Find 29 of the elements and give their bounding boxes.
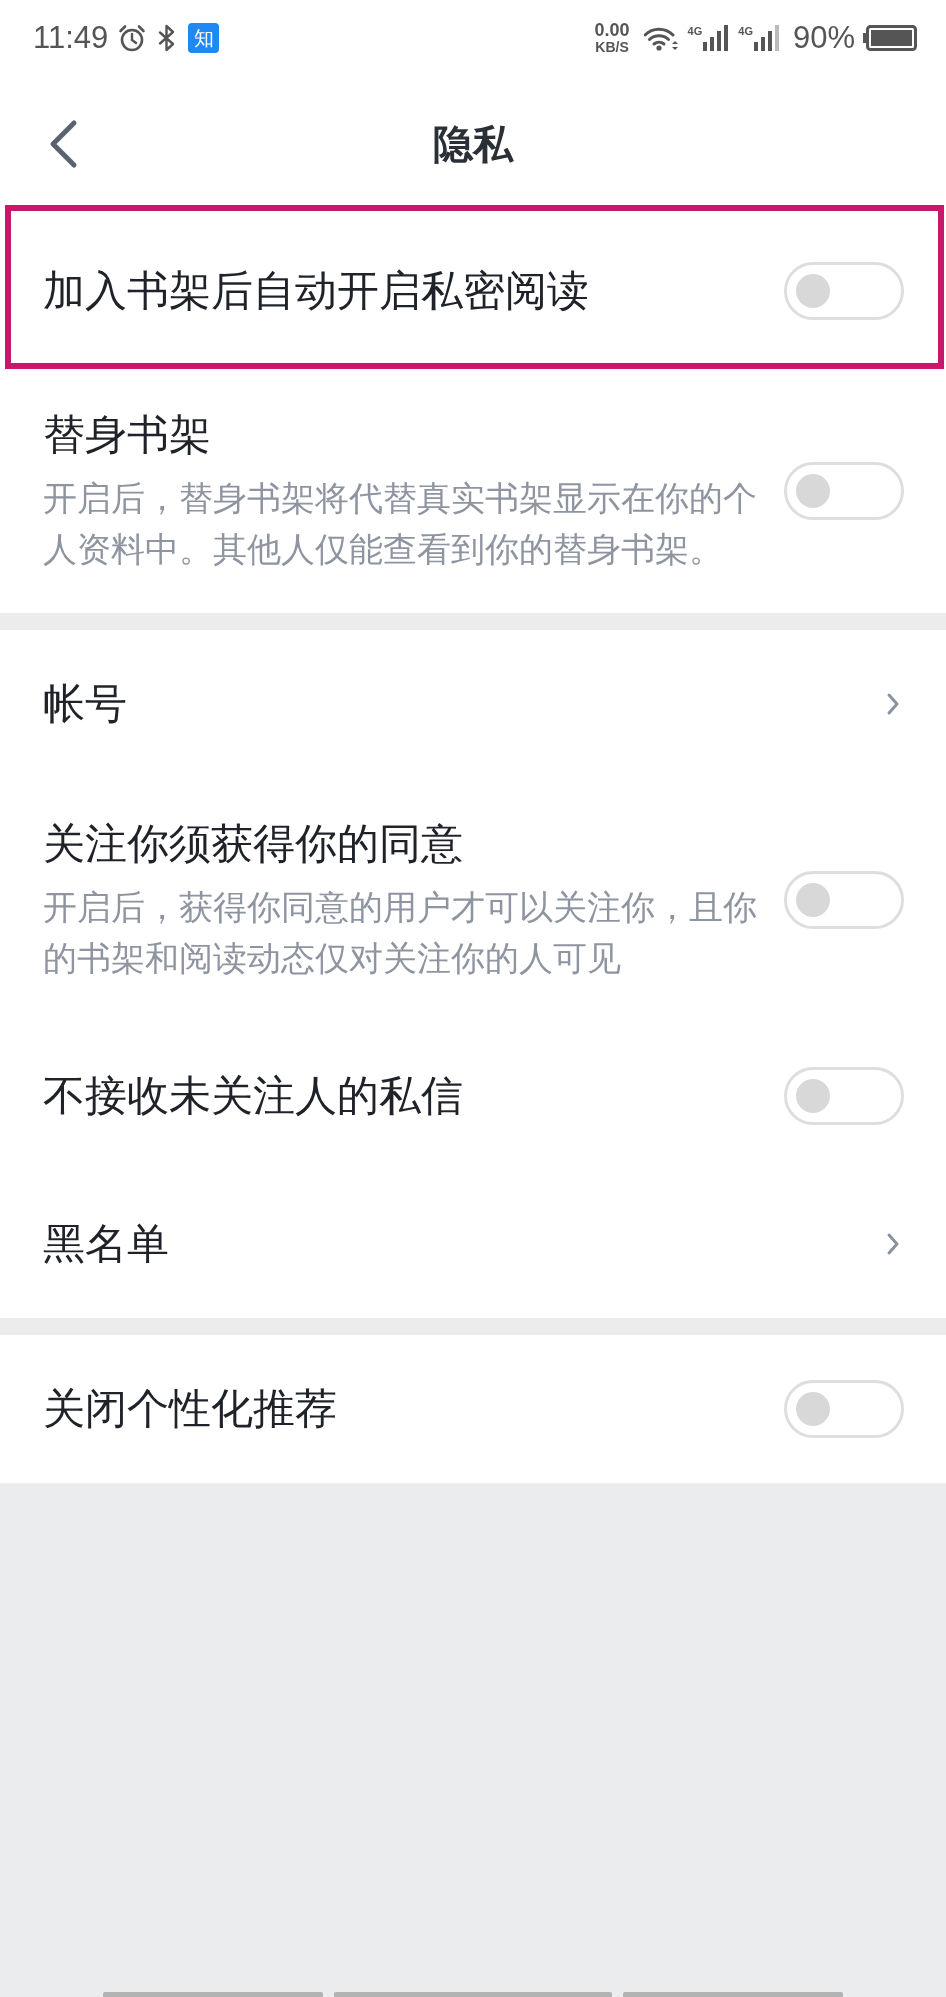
toggle-switch[interactable] bbox=[784, 262, 904, 320]
toggle-switch[interactable] bbox=[784, 1067, 904, 1125]
back-icon[interactable] bbox=[48, 119, 78, 169]
network-type-label: 4G bbox=[687, 24, 703, 37]
setting-label: 帐号 bbox=[43, 679, 128, 729]
toggle-switch[interactable] bbox=[784, 871, 904, 929]
setting-label: 黑名单 bbox=[43, 1219, 170, 1269]
setting-label: 关注你须获得你的同意 bbox=[43, 819, 464, 869]
toggle-switch[interactable] bbox=[784, 1380, 904, 1438]
setting-label: 不接收未关注人的私信 bbox=[43, 1071, 464, 1121]
setting-description: 开启后，替身书架将代替真实书架显示在你的个人资料中。其他人仅能查看到你的替身书架。 bbox=[43, 478, 758, 570]
app-notification-icon: 知 bbox=[188, 22, 220, 53]
status-time: 11:49 bbox=[33, 19, 109, 56]
setting-label: 关闭个性化推荐 bbox=[43, 1384, 338, 1434]
battery-icon bbox=[863, 24, 917, 51]
setting-label: 替身书架 bbox=[43, 410, 212, 460]
network-type-label: 4G bbox=[738, 24, 753, 37]
toggle-switch[interactable] bbox=[784, 462, 904, 520]
setting-description: 开启后，获得你同意的用户才可以关注你，且你的书架和阅读动态仅对关注你的人可见 bbox=[43, 887, 758, 979]
network-speed: 0.00 bbox=[594, 20, 630, 39]
setting-label: 加入书架后自动开启私密阅读 bbox=[43, 266, 590, 316]
chevron-right-icon[interactable] bbox=[886, 692, 900, 716]
chevron-right-icon[interactable] bbox=[886, 1232, 900, 1256]
page-title: 隐私 bbox=[433, 121, 513, 168]
signal-bars-icon bbox=[753, 24, 779, 51]
alarm-clock-icon bbox=[118, 23, 147, 52]
battery-percentage: 90% bbox=[792, 19, 855, 56]
signal-bars-icon bbox=[703, 24, 729, 51]
network-speed-unit: KB/S bbox=[595, 38, 629, 55]
